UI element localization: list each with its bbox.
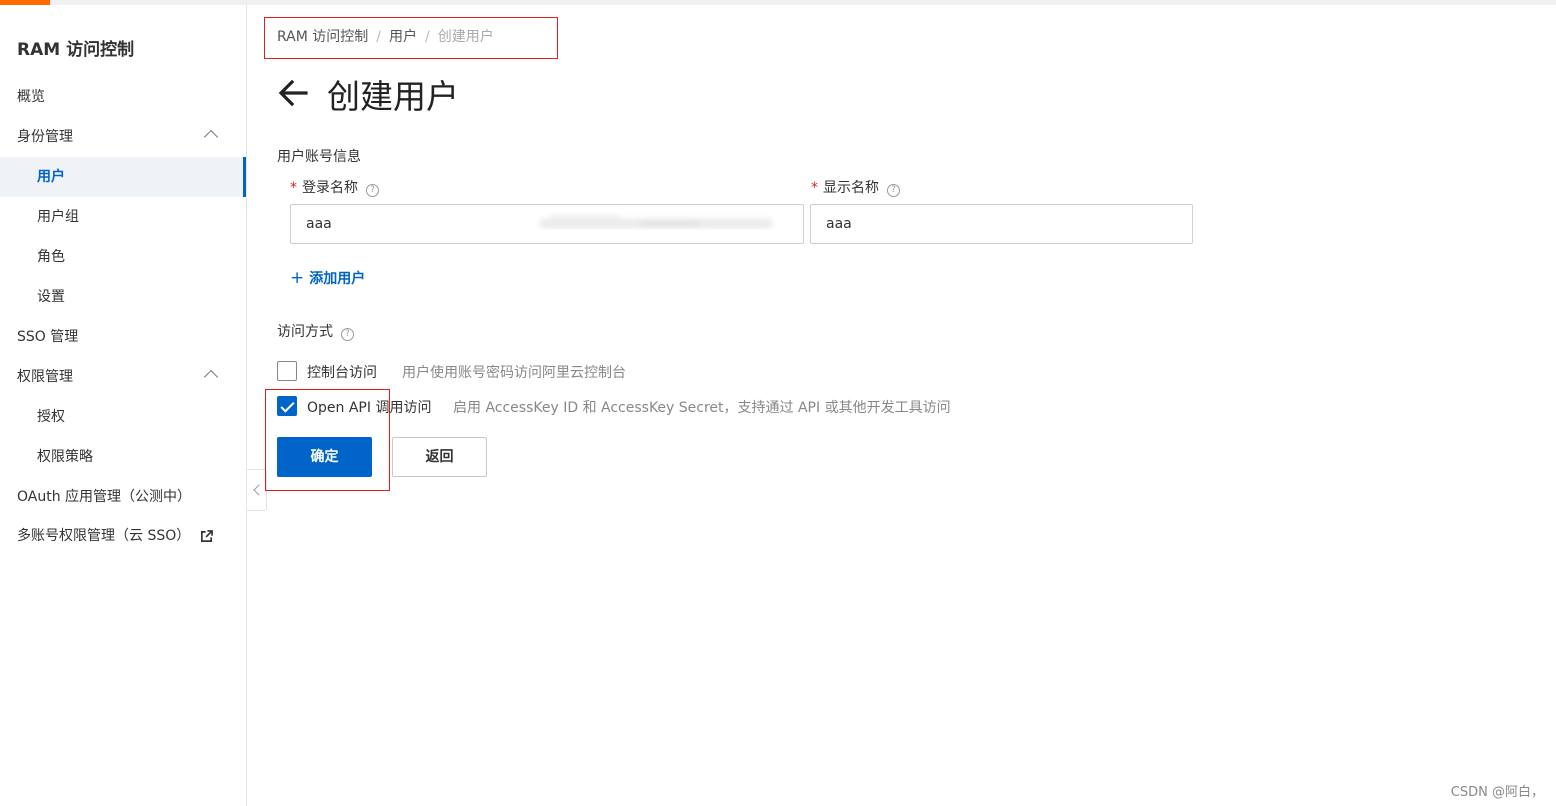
chevron-left-icon	[253, 484, 265, 496]
sidebar-item-overview[interactable]: 概览	[0, 77, 246, 117]
sidebar-item-label: 用户组	[37, 209, 79, 225]
sidebar-item-label: 身份管理	[17, 129, 73, 145]
breadcrumb-item-current: 创建用户	[437, 29, 494, 45]
back-button[interactable]: 返回	[392, 437, 487, 477]
sidebar-group-permissions[interactable]: 权限管理	[0, 357, 246, 397]
sidebar-item-label: 授权	[37, 409, 65, 425]
sidebar-item-users[interactable]: 用户	[0, 157, 246, 197]
breadcrumb-separator: /	[376, 29, 381, 45]
required-mark: *	[811, 180, 818, 196]
chevron-up-icon	[203, 369, 219, 385]
back-arrow-icon[interactable]	[277, 78, 309, 108]
add-user-label: 添加用户	[309, 271, 366, 287]
display-name-label-text: 显示名称	[823, 180, 879, 196]
sidebar-item-cloud-sso[interactable]: 多账号权限管理（云 SSO）	[0, 516, 246, 556]
display-name-label: * 显示名称?	[811, 177, 900, 197]
sidebar-item-label: 权限策略	[37, 449, 93, 465]
api-access-description: 启用 AccessKey ID 和 AccessKey Secret，支持通过 …	[453, 400, 951, 416]
sidebar-item-label: 概览	[17, 89, 45, 105]
help-icon[interactable]: ?	[366, 184, 379, 197]
sidebar-item-oauth[interactable]: OAuth 应用管理（公测中）	[0, 477, 246, 517]
required-mark: *	[290, 180, 297, 196]
api-access-label: Open API 调用访问	[307, 400, 432, 416]
login-name-input[interactable]: aaa	[290, 204, 804, 244]
sidebar-item-roles[interactable]: 角色	[0, 237, 246, 277]
breadcrumb: RAM 访问控制 / 用户 / 创建用户	[277, 26, 494, 46]
api-access-option[interactable]: Open API 调用访问 启用 AccessKey ID 和 AccessKe…	[277, 396, 957, 418]
breadcrumb-item-ram[interactable]: RAM 访问控制	[277, 29, 368, 45]
chevron-up-icon	[203, 129, 219, 145]
console-access-checkbox[interactable]	[277, 361, 297, 381]
help-icon[interactable]: ?	[887, 184, 900, 197]
sidebar-item-settings[interactable]: 设置	[0, 277, 246, 317]
api-access-checkbox[interactable]	[277, 396, 297, 416]
sidebar-item-label: 角色	[37, 249, 65, 265]
access-mode-section-label: 访问方式?	[277, 321, 354, 341]
console-access-option[interactable]: 控制台访问 用户使用账号密码访问阿里云控制台	[277, 361, 677, 383]
plus-icon: +	[290, 268, 305, 288]
console-access-label: 控制台访问	[307, 365, 377, 381]
sidebar-group-identity[interactable]: 身份管理	[0, 117, 246, 157]
add-user-link[interactable]: + 添加用户	[290, 268, 365, 288]
breadcrumb-separator: /	[425, 29, 430, 45]
sidebar: RAM 访问控制 概览 身份管理 用户 用户组 角色 设置 SSO 管理 权限管…	[0, 5, 247, 806]
sidebar-collapse-button[interactable]	[247, 469, 267, 511]
sidebar-item-label: 权限管理	[17, 369, 73, 385]
sidebar-item-grants[interactable]: 授权	[0, 397, 246, 437]
breadcrumb-item-users[interactable]: 用户	[389, 29, 417, 45]
sidebar-item-user-groups[interactable]: 用户组	[0, 197, 246, 237]
display-name-input[interactable]: aaa	[810, 204, 1193, 244]
help-icon[interactable]: ?	[341, 328, 354, 341]
account-info-section-label: 用户账号信息	[277, 149, 361, 165]
sidebar-item-label: 用户	[37, 169, 65, 185]
sidebar-item-sso[interactable]: SSO 管理	[0, 317, 246, 357]
sidebar-item-label: 设置	[37, 289, 65, 305]
access-mode-label-text: 访问方式	[277, 324, 333, 340]
watermark: CSDN @阿白，	[1450, 785, 1544, 800]
sidebar-item-policies[interactable]: 权限策略	[0, 437, 246, 477]
sidebar-title: RAM 访问控制	[17, 40, 135, 60]
page-title: 创建用户	[327, 77, 459, 116]
sidebar-item-label: 多账号权限管理（云 SSO）	[17, 528, 191, 544]
sidebar-item-label: OAuth 应用管理（公测中）	[17, 489, 192, 505]
confirm-button[interactable]: 确定	[277, 437, 372, 477]
console-access-description: 用户使用账号密码访问阿里云控制台	[402, 365, 626, 381]
login-name-label-text: 登录名称	[302, 180, 358, 196]
external-link-icon	[201, 530, 213, 542]
login-name-label: * 登录名称?	[290, 177, 379, 197]
sidebar-item-label: SSO 管理	[17, 329, 79, 345]
